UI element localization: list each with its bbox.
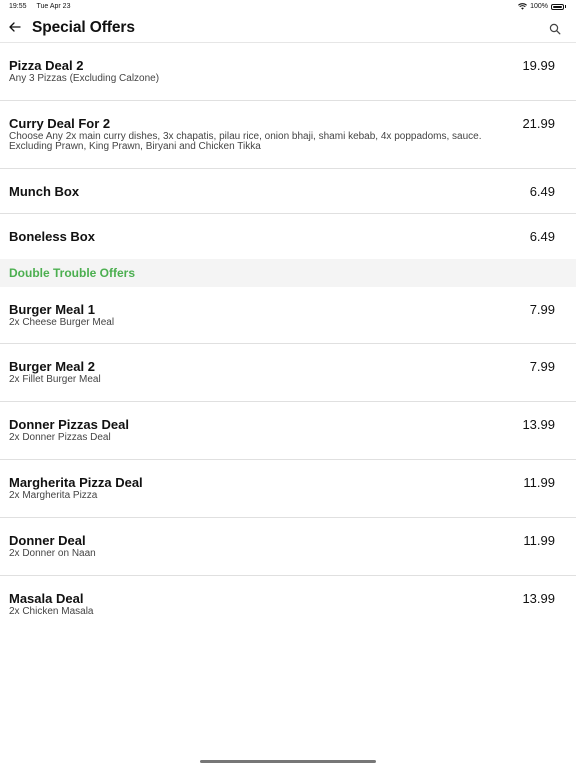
item-description: 2x Margherita Pizza	[9, 490, 98, 501]
item-price: 7.99	[529, 359, 555, 374]
item-description: 2x Chicken Masala	[9, 606, 94, 617]
item-price: 19.99	[522, 58, 555, 73]
status-bar: 19:55 Tue Apr 23 100%	[0, 0, 576, 14]
status-time: 19:55	[9, 3, 27, 10]
item-name: Munch Box	[9, 184, 80, 199]
item-description: 2x Cheese Burger Meal	[9, 317, 115, 328]
item-price: 11.99	[523, 533, 555, 548]
item-name: Masala Deal	[9, 591, 84, 606]
status-date: Tue Apr 23	[36, 3, 71, 10]
list-item[interactable]: Curry Deal For 2 Choose Any 2x main curr…	[0, 101, 576, 169]
item-name: Burger Meal 2	[9, 359, 95, 374]
page-title: Special Offers	[32, 19, 135, 36]
item-name: Pizza Deal 2	[9, 58, 84, 73]
list-item[interactable]: Burger Meal 1 2x Cheese Burger Meal 7.99	[0, 287, 576, 344]
item-name: Boneless Box	[9, 229, 95, 244]
search-icon	[549, 23, 561, 35]
section-header: Double Trouble Offers	[0, 259, 576, 287]
item-price: 21.99	[522, 116, 555, 131]
battery-percent: 100%	[530, 3, 548, 10]
item-description: Any 3 Pizzas (Excluding Calzone)	[9, 73, 160, 84]
item-name: Donner Deal	[9, 533, 86, 548]
list-item[interactable]: Masala Deal 2x Chicken Masala 13.99	[0, 576, 576, 634]
list-item[interactable]: Burger Meal 2 2x Fillet Burger Meal 7.99	[0, 344, 576, 402]
item-price: 6.49	[529, 229, 555, 244]
offers-list: Pizza Deal 2 Any 3 Pizzas (Excluding Cal…	[0, 43, 576, 634]
list-item[interactable]: Boneless Box 6.49	[0, 214, 576, 259]
item-price: 6.49	[529, 184, 555, 199]
item-price: 13.99	[522, 417, 555, 432]
item-name: Curry Deal For 2	[9, 116, 111, 131]
item-description: 2x Fillet Burger Meal	[9, 374, 101, 385]
list-item[interactable]: Margherita Pizza Deal 2x Margherita Pizz…	[0, 460, 576, 518]
arrow-left-icon	[9, 22, 21, 32]
item-price: 13.99	[522, 591, 555, 606]
item-name: Donner Pizzas Deal	[9, 417, 129, 432]
wifi-icon	[518, 3, 528, 10]
back-button[interactable]	[8, 20, 22, 34]
status-left: 19:55 Tue Apr 23	[9, 3, 70, 10]
item-name: Margherita Pizza Deal	[9, 475, 143, 490]
item-description: Choose Any 2x main curry dishes, 3x chap…	[9, 131, 482, 152]
list-item[interactable]: Donner Pizzas Deal 2x Donner Pizzas Deal…	[0, 402, 576, 460]
nav-bar: Special Offers	[0, 14, 576, 43]
search-button[interactable]	[549, 22, 561, 35]
item-description: 2x Donner Pizzas Deal	[9, 432, 111, 443]
home-indicator[interactable]	[200, 760, 376, 763]
status-right: 100%	[518, 3, 566, 10]
list-item[interactable]: Donner Deal 2x Donner on Naan 11.99	[0, 518, 576, 576]
battery-icon	[551, 3, 564, 10]
list-item[interactable]: Pizza Deal 2 Any 3 Pizzas (Excluding Cal…	[0, 43, 576, 101]
list-item[interactable]: Munch Box 6.49	[0, 169, 576, 214]
item-price: 11.99	[523, 475, 555, 490]
item-price: 7.99	[529, 302, 555, 317]
item-description: 2x Donner on Naan	[9, 548, 96, 559]
item-name: Burger Meal 1	[9, 302, 95, 317]
